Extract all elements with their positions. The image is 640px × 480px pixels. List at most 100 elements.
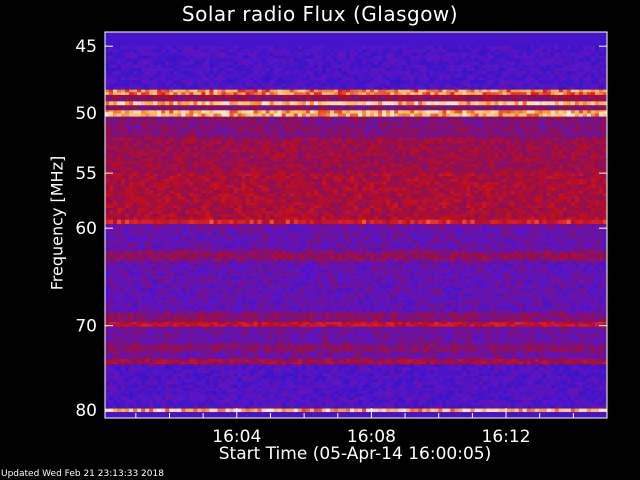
heatmap-cell <box>297 80 303 84</box>
heatmap-cell <box>362 134 367 138</box>
heatmap-cell <box>121 86 126 90</box>
heatmap-cell <box>309 46 315 50</box>
heatmap-cell <box>177 80 182 84</box>
heatmap-cell <box>442 149 447 153</box>
heatmap-cell <box>149 83 154 87</box>
heatmap-cell <box>345 83 351 87</box>
heatmap-cell <box>341 55 347 59</box>
heatmap-cell <box>414 149 419 153</box>
heatmap-cell <box>277 101 283 106</box>
heatmap-cell <box>498 101 503 106</box>
heatmap-cell <box>329 152 335 156</box>
heatmap-cell <box>153 110 158 114</box>
heatmap-cell <box>594 128 600 132</box>
heatmap-cell <box>386 67 391 72</box>
heatmap-cell <box>109 140 114 144</box>
heatmap-cell <box>590 55 596 59</box>
heatmap-cell <box>313 113 319 117</box>
heatmap-cell <box>370 61 375 66</box>
heatmap-cell <box>169 55 174 59</box>
heatmap-cell <box>422 94 427 99</box>
heatmap-cell <box>370 125 375 129</box>
heatmap-cell <box>386 113 391 117</box>
heatmap-cell <box>414 71 419 75</box>
heatmap-cell <box>169 119 174 123</box>
heatmap-cell <box>590 152 596 156</box>
heatmap-cell <box>382 64 387 69</box>
heatmap-cell <box>530 80 536 84</box>
heatmap-cell <box>189 128 194 132</box>
heatmap-cell <box>217 58 222 63</box>
heatmap-cell <box>594 61 600 66</box>
heatmap-cell <box>345 116 351 120</box>
heatmap-cell <box>117 61 122 66</box>
heatmap-cell <box>474 52 479 56</box>
heatmap-cell <box>105 94 110 99</box>
heatmap-cell <box>277 64 283 69</box>
heatmap-cell <box>402 101 407 106</box>
heatmap-cell <box>502 46 507 50</box>
heatmap-cell <box>253 140 258 144</box>
heatmap-cell <box>458 55 463 59</box>
heatmap-cell <box>305 105 311 109</box>
heatmap-cell <box>153 64 158 69</box>
heatmap-cell <box>161 149 166 153</box>
heatmap-cell <box>221 58 226 63</box>
heatmap-cell <box>233 140 238 144</box>
heatmap-cell <box>526 155 531 159</box>
heatmap-cell <box>173 52 178 56</box>
heatmap-cell <box>249 119 254 123</box>
heatmap-cell <box>450 98 455 102</box>
heatmap-cell <box>337 58 343 63</box>
heatmap-cell <box>145 105 150 109</box>
heatmap-cell <box>345 89 351 93</box>
heatmap-cell <box>566 158 572 162</box>
heatmap-cell <box>189 137 194 141</box>
heatmap-cell <box>353 58 359 63</box>
heatmap-cell <box>530 131 536 135</box>
heatmap-cell <box>125 131 130 135</box>
heatmap-cell <box>241 131 246 135</box>
heatmap-cell <box>482 128 487 132</box>
heatmap-cell <box>113 137 118 141</box>
heatmap-cell <box>462 161 467 165</box>
heatmap-cell <box>430 49 435 53</box>
heatmap-cell <box>273 64 278 69</box>
heatmap-cell <box>514 83 519 87</box>
heatmap-cell <box>430 128 435 132</box>
heatmap-cell <box>362 77 367 81</box>
heatmap-cell <box>438 128 443 132</box>
heatmap-cell <box>241 46 246 50</box>
heatmap-cell <box>526 64 531 69</box>
heatmap-cell <box>358 146 363 150</box>
heatmap-cell <box>482 55 487 59</box>
heatmap-cell <box>321 89 327 93</box>
heatmap-cell <box>458 140 463 144</box>
heatmap-cell <box>229 158 234 162</box>
heatmap-cell <box>209 131 214 135</box>
heatmap-cell <box>550 131 556 135</box>
heatmap-cell <box>129 119 134 123</box>
heatmap-cell <box>406 149 411 153</box>
heatmap-cell <box>402 140 407 144</box>
heatmap-cell <box>225 131 230 135</box>
heatmap-cell <box>309 134 315 138</box>
heatmap-cell <box>410 55 415 59</box>
heatmap-cell <box>169 101 174 106</box>
heatmap-cell <box>510 52 515 56</box>
heatmap-cell <box>558 131 564 135</box>
heatmap-cell <box>257 158 262 162</box>
heatmap-cell <box>382 80 387 84</box>
heatmap-cell <box>133 119 138 123</box>
heatmap-cell <box>125 77 130 81</box>
heatmap-cell <box>197 140 202 144</box>
heatmap-cell <box>502 52 507 56</box>
heatmap-cell <box>345 74 351 78</box>
heatmap-cell <box>277 161 283 165</box>
heatmap-cell <box>570 86 576 90</box>
heatmap-cell <box>482 89 487 93</box>
heatmap-cell <box>129 80 134 84</box>
heatmap-cell <box>241 134 246 138</box>
heatmap-cell <box>398 58 403 63</box>
heatmap-cell <box>574 143 580 147</box>
